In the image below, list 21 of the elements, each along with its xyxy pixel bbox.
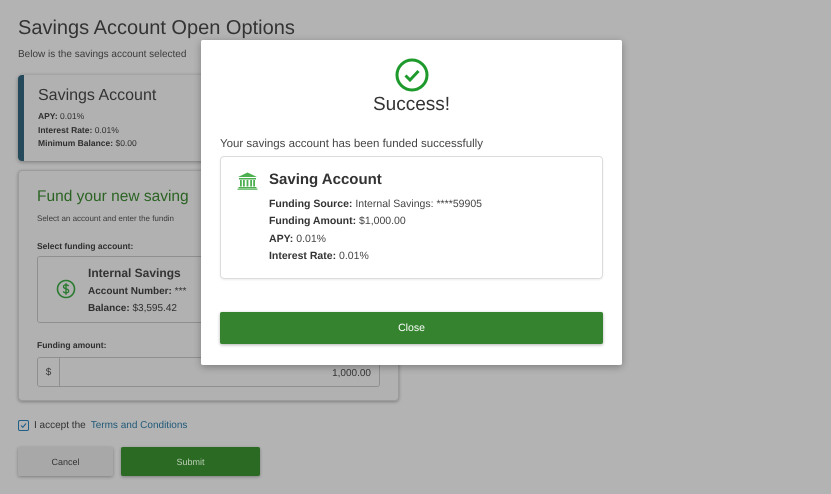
detail-line: Account Number: ***	[88, 285, 186, 299]
intro-text: Below is the savings account selected	[18, 49, 186, 60]
summary-title: Saving Account	[269, 171, 382, 188]
detail-line: Funding Source: Internal Savings: ****59905	[269, 197, 482, 212]
detail-line: APY: 0.01%	[38, 110, 84, 123]
detail-line: Interest Rate: 0.01%	[269, 248, 369, 264]
field-label: Select funding account:	[37, 241, 134, 251]
terms-text: I accept the	[34, 420, 86, 430]
page-title: Savings Account Open Options	[18, 16, 295, 41]
field-label: Funding amount:	[37, 340, 106, 350]
success-message: Your savings account has been funded successfully	[220, 138, 483, 150]
detail-line: Funding Amount: $1,000.00	[269, 214, 406, 230]
account-name: Internal Savings	[88, 266, 181, 280]
section-title: Fund your new saving	[37, 188, 189, 206]
detail-line: APY: 0.01%	[269, 232, 326, 247]
card-title: Savings Account	[38, 87, 156, 105]
detail-line: Minimum Balance: $0.00	[38, 137, 137, 150]
detail-line: Interest Rate: 0.01%	[38, 124, 119, 136]
detail-line: Balance: $3,595.42	[88, 302, 177, 316]
instructions-text: Select an account and enter the fundin	[37, 214, 174, 223]
modal-title: Success!	[372, 94, 450, 116]
